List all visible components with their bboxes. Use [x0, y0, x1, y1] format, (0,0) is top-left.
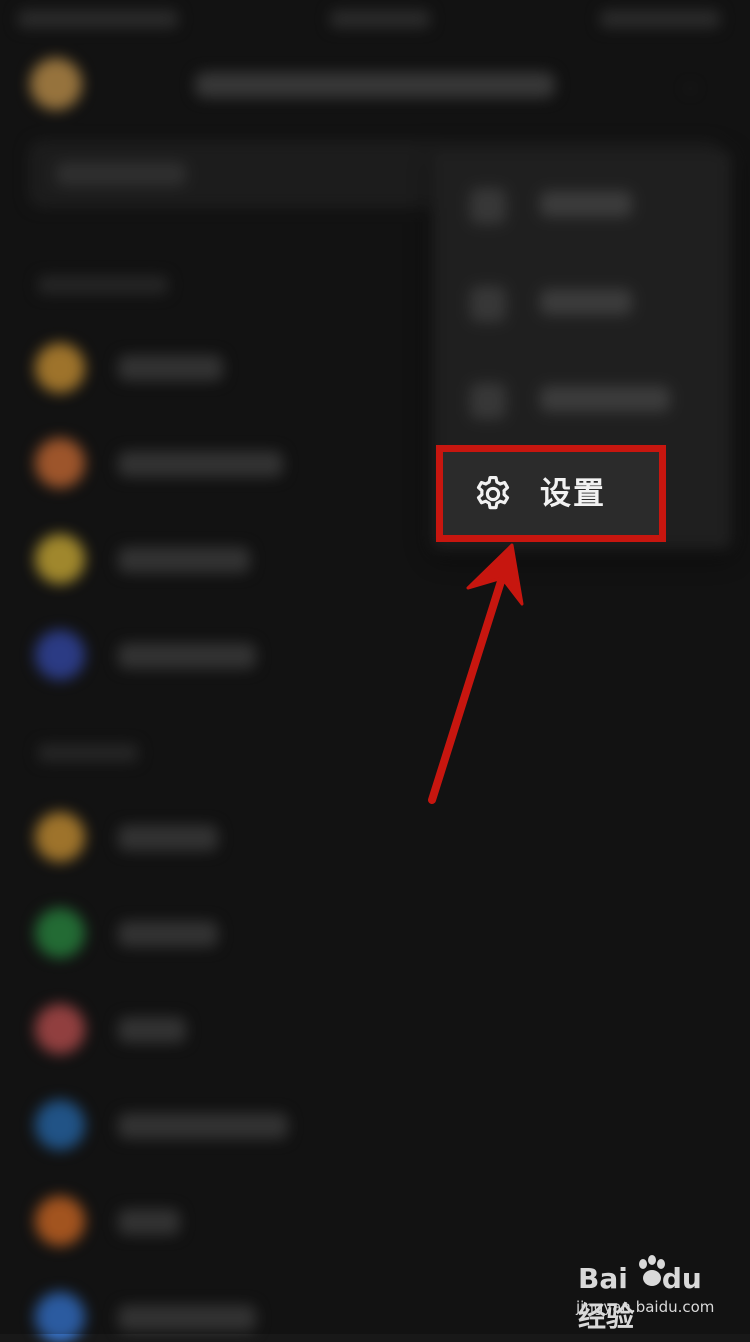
dim-overlay	[0, 0, 750, 1334]
paw-icon	[639, 1255, 665, 1286]
gear-icon	[476, 475, 510, 510]
watermark: Bai du经验 jingyan.baidu.com	[574, 1252, 724, 1333]
watermark-url: jingyan.baidu.com	[576, 1298, 715, 1316]
settings-menu-item[interactable]: 设置	[436, 445, 666, 542]
settings-label: 设置	[540, 476, 606, 512]
